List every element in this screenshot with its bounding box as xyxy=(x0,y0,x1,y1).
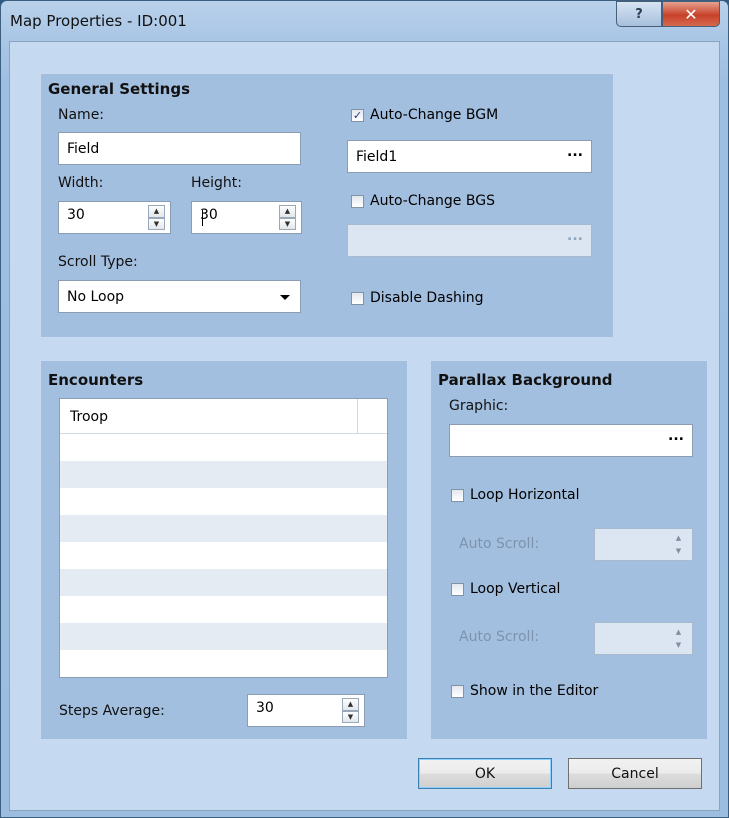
title-bar-buttons: ? ✕ xyxy=(616,1,720,27)
table-row[interactable] xyxy=(60,650,387,677)
loop-horizontal-label: Loop Horizontal xyxy=(470,487,580,503)
checkbox-box xyxy=(451,684,464,698)
spin-up-icon: ▲ xyxy=(675,628,682,637)
table-row[interactable] xyxy=(60,434,387,461)
spin-down-icon[interactable]: ▼ xyxy=(148,217,165,230)
disable-dashing-label: Disable Dashing xyxy=(370,290,484,306)
bgs-file-field: ··· xyxy=(347,224,592,257)
table-header: Troop xyxy=(60,399,387,434)
column-divider xyxy=(357,399,358,433)
encounters-group: Encounters Troop Steps Average: 30 ▲ ▼ xyxy=(40,360,408,740)
width-stepper-arrows: ▲ ▼ xyxy=(148,205,165,230)
general-settings-group: General Settings Name: Field Width: 30 ▲… xyxy=(40,73,614,338)
checkbox-box xyxy=(451,488,464,502)
dialog-client-area: General Settings Name: Field Width: 30 ▲… xyxy=(9,41,720,811)
parallax-background-group: Parallax Background Graphic: ··· Loop Ho… xyxy=(430,360,708,740)
table-row[interactable] xyxy=(60,542,387,569)
scroll-type-label: Scroll Type: xyxy=(58,254,138,270)
help-icon: ? xyxy=(635,6,643,22)
troop-table[interactable]: Troop xyxy=(59,398,388,678)
checkmark-icon: ✓ xyxy=(351,108,364,122)
checkbox-box xyxy=(351,194,364,208)
auto-change-bgs-label: Auto-Change BGS xyxy=(370,193,495,209)
general-settings-title: General Settings xyxy=(48,80,191,98)
steps-average-stepper[interactable]: 30 ▲ ▼ xyxy=(247,694,365,727)
table-row[interactable] xyxy=(60,488,387,515)
bgm-file-field[interactable]: Field1 ··· xyxy=(347,140,592,173)
table-row[interactable] xyxy=(60,461,387,488)
chevron-down-icon xyxy=(280,295,290,300)
spin-up-icon[interactable]: ▲ xyxy=(279,205,296,218)
parallax-background-title: Parallax Background xyxy=(438,371,613,389)
auto-change-bgm-label: Auto-Change BGM xyxy=(370,107,499,123)
checkbox-box xyxy=(351,291,364,305)
auto-scroll-v-arrows: ▲ ▼ xyxy=(670,626,687,651)
auto-change-bgm-checkbox[interactable]: ✓ Auto-Change BGM xyxy=(351,107,498,123)
help-button[interactable]: ? xyxy=(616,1,662,27)
auto-scroll-h-arrows: ▲ ▼ xyxy=(670,532,687,557)
close-icon: ✕ xyxy=(684,4,698,24)
spin-down-icon[interactable]: ▼ xyxy=(279,217,296,230)
name-label: Name: xyxy=(58,107,105,123)
table-row[interactable] xyxy=(60,623,387,650)
map-properties-window: Map Properties - ID:001 ? ✕ General Sett… xyxy=(0,0,729,818)
bgm-value: Field1 xyxy=(356,148,398,165)
show-in-editor-checkbox[interactable]: Show in the Editor xyxy=(451,683,598,699)
auto-scroll-horizontal-label: Auto Scroll: xyxy=(459,536,540,552)
auto-scroll-vertical-stepper: ▲ ▼ xyxy=(594,622,693,655)
close-button[interactable]: ✕ xyxy=(662,1,720,27)
graphic-file-field[interactable]: ··· xyxy=(449,424,693,457)
spin-down-icon[interactable]: ▼ xyxy=(342,710,359,723)
steps-stepper-arrows: ▲ ▼ xyxy=(342,698,359,723)
height-label: Height: xyxy=(191,175,242,191)
steps-average-label: Steps Average: xyxy=(59,703,165,719)
height-stepper[interactable]: 30 ▲ ▼ xyxy=(191,201,302,234)
ellipsis-icon[interactable]: ··· xyxy=(567,147,583,163)
scroll-type-select[interactable]: No Loop xyxy=(58,280,301,313)
loop-horizontal-checkbox[interactable]: Loop Horizontal xyxy=(451,487,580,503)
height-stepper-arrows: ▲ ▼ xyxy=(279,205,296,230)
loop-vertical-label: Loop Vertical xyxy=(470,581,561,597)
graphic-label: Graphic: xyxy=(449,398,509,414)
spin-up-icon[interactable]: ▲ xyxy=(342,698,359,711)
width-label: Width: xyxy=(58,175,104,191)
table-row[interactable] xyxy=(60,596,387,623)
scroll-type-value: No Loop xyxy=(67,288,125,305)
name-input[interactable]: Field xyxy=(58,132,301,165)
show-in-editor-label: Show in the Editor xyxy=(470,683,599,699)
height-value: 30 xyxy=(200,207,218,223)
auto-scroll-vertical-label: Auto Scroll: xyxy=(459,629,540,645)
auto-change-bgs-checkbox[interactable]: Auto-Change BGS xyxy=(351,193,495,209)
encounters-title: Encounters xyxy=(48,371,144,389)
cancel-button-label: Cancel xyxy=(611,765,659,782)
width-stepper[interactable]: 30 ▲ ▼ xyxy=(58,201,171,234)
ok-button-label: OK xyxy=(474,765,496,782)
name-value: Field xyxy=(67,140,100,157)
title-bar[interactable]: Map Properties - ID:001 ? ✕ xyxy=(1,1,728,41)
disable-dashing-checkbox[interactable]: Disable Dashing xyxy=(351,290,484,306)
table-row[interactable] xyxy=(60,515,387,542)
window-title: Map Properties - ID:001 xyxy=(10,12,187,30)
width-value: 30 xyxy=(67,207,85,223)
cancel-button[interactable]: Cancel xyxy=(568,758,702,789)
spin-up-icon: ▲ xyxy=(675,534,682,543)
loop-vertical-checkbox[interactable]: Loop Vertical xyxy=(451,581,560,597)
table-row[interactable] xyxy=(60,569,387,596)
ok-button[interactable]: OK xyxy=(418,758,552,789)
ellipsis-icon: ··· xyxy=(567,230,583,247)
steps-average-value: 30 xyxy=(256,700,274,716)
ellipsis-icon[interactable]: ··· xyxy=(668,431,684,447)
spin-down-icon: ▼ xyxy=(675,640,682,649)
spin-up-icon[interactable]: ▲ xyxy=(148,205,165,218)
spin-down-icon: ▼ xyxy=(675,546,682,555)
checkbox-box xyxy=(451,582,464,596)
auto-scroll-horizontal-stepper: ▲ ▼ xyxy=(594,528,693,561)
column-header-troop: Troop xyxy=(70,409,108,425)
